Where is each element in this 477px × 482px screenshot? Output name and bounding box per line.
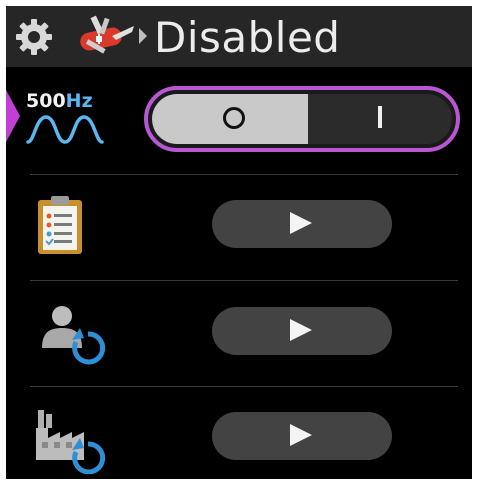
frequency-unit: Hz bbox=[65, 90, 93, 112]
checklist-clipboard-icon bbox=[38, 196, 82, 254]
toggle-on-segment[interactable] bbox=[308, 94, 452, 144]
device-screen: Disabled 500Hz bbox=[6, 6, 472, 479]
toggle-on-symbol bbox=[378, 106, 382, 128]
sine-wave-icon bbox=[26, 115, 104, 144]
breadcrumb-arrow-icon bbox=[139, 28, 147, 44]
play-icon bbox=[290, 424, 312, 446]
reset-factory-button[interactable] bbox=[212, 412, 392, 460]
checklist-run-button[interactable] bbox=[212, 200, 392, 248]
row-divider bbox=[30, 386, 458, 387]
frequency-label: 500Hz bbox=[26, 90, 93, 112]
toggle-switch-500hz[interactable] bbox=[144, 86, 460, 152]
play-icon bbox=[290, 319, 312, 341]
header-bar: Disabled bbox=[6, 6, 472, 67]
reset-user-icon bbox=[42, 306, 106, 365]
selection-marker bbox=[6, 90, 20, 142]
frequency-value: 500 bbox=[26, 90, 66, 112]
page-title: Disabled bbox=[154, 13, 341, 62]
gear-icon[interactable] bbox=[14, 17, 54, 57]
swiss-army-knife-icon[interactable] bbox=[72, 14, 138, 58]
row-divider bbox=[30, 174, 458, 175]
reset-factory-icon bbox=[36, 410, 106, 474]
toggle-off-symbol bbox=[223, 107, 245, 129]
reset-user-button[interactable] bbox=[212, 307, 392, 355]
play-icon bbox=[290, 212, 312, 234]
row-divider bbox=[30, 280, 458, 281]
toggle-off-segment[interactable] bbox=[152, 94, 308, 144]
